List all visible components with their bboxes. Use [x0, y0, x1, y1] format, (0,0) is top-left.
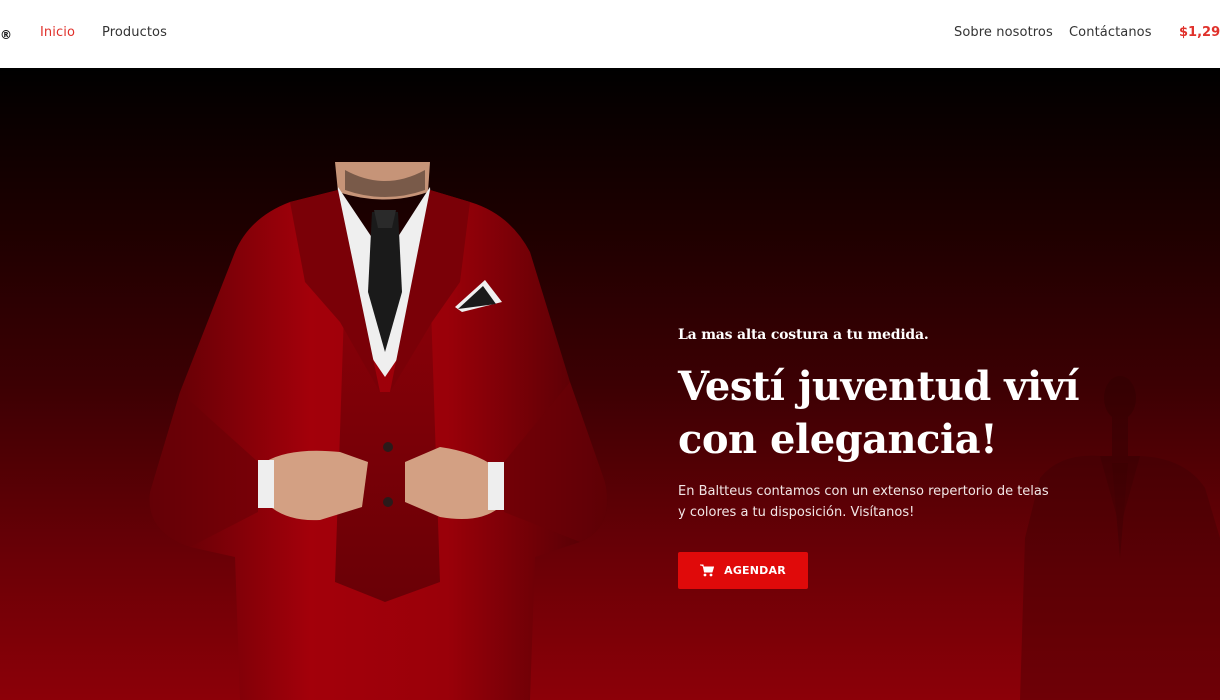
agendar-button[interactable]: AGENDAR [678, 552, 808, 589]
hero-description: En Baltteus contamos con un extenso repe… [678, 484, 1049, 520]
cart-total[interactable]: $1,290 [1179, 25, 1220, 40]
nav-link-inicio[interactable]: Inicio [40, 25, 75, 40]
hero-headline: Vestí juventud viví con elegancia! [678, 363, 1080, 463]
cart-icon [700, 564, 715, 577]
agendar-button-label: AGENDAR [724, 564, 786, 577]
registered-mark: ® [0, 28, 12, 42]
nav-link-productos[interactable]: Productos [102, 25, 167, 40]
hero-tagline: La mas alta costura a tu medida. [678, 327, 929, 343]
hero-copy: La mas alta costura a tu medida. Vestí j… [678, 327, 1118, 589]
top-navigation-bar: ® Inicio Productos Sobre nosotros Contác… [0, 0, 1220, 68]
hero-banner: La mas alta costura a tu medida. Vestí j… [0, 68, 1220, 700]
nav-link-sobre-nosotros[interactable]: Sobre nosotros [954, 25, 1053, 40]
suit-model-image [149, 162, 608, 700]
nav-link-contactanos[interactable]: Contáctanos [1069, 25, 1152, 40]
